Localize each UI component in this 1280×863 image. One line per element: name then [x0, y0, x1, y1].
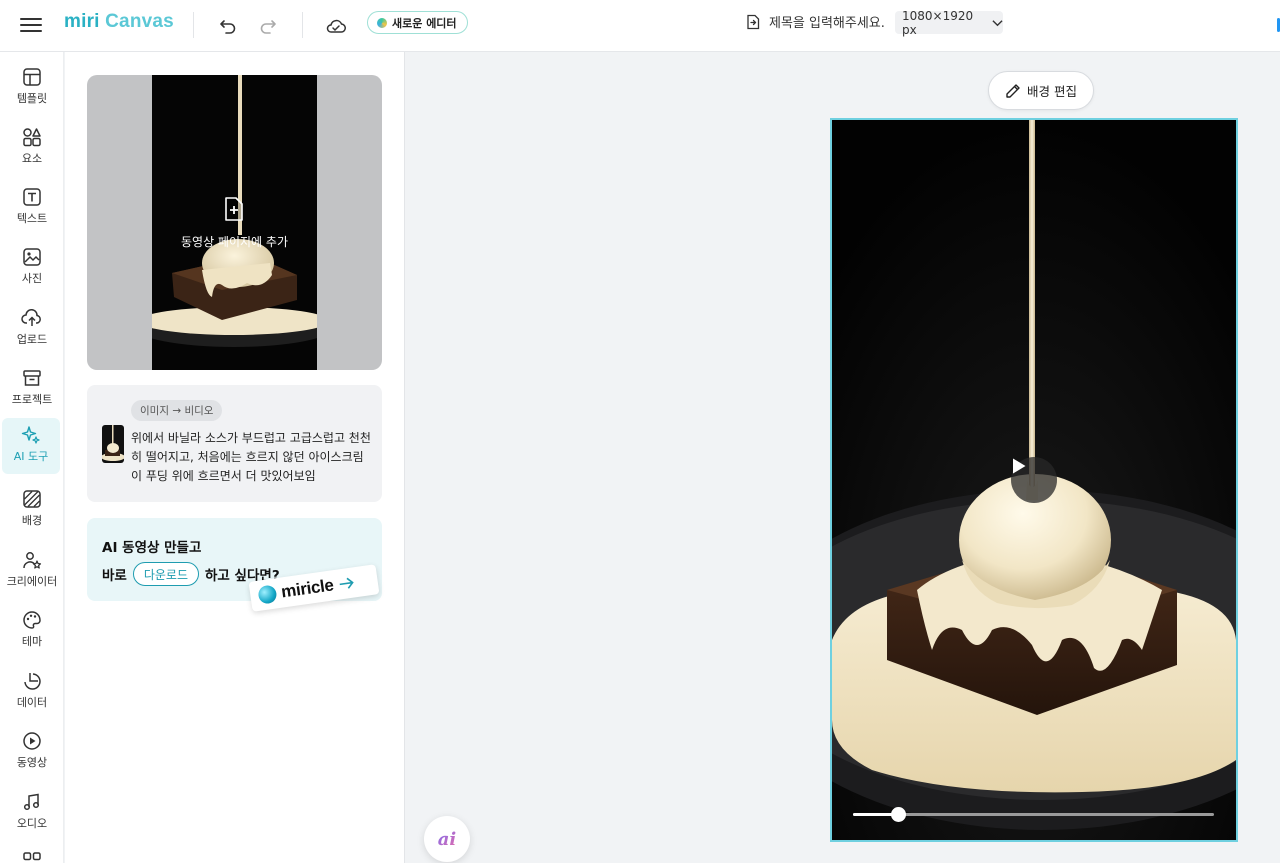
arrow-right-icon	[339, 577, 354, 589]
background-edit-label: 배경 편집	[1027, 84, 1077, 99]
background-edit-button[interactable]: 배경 편집	[988, 71, 1094, 110]
project-icon	[21, 367, 43, 389]
logo-text-b: Canvas	[105, 11, 174, 32]
video-icon	[21, 730, 43, 752]
rail-item-ai-tools[interactable]: AI 도구	[2, 418, 60, 474]
sparkle-icon	[20, 424, 42, 446]
redo-icon[interactable]	[254, 12, 282, 40]
prompt-type-tag: 이미지 → 비디오	[131, 400, 223, 421]
rail-item-video[interactable]: 동영상	[0, 724, 64, 780]
add-file-icon	[225, 197, 243, 221]
rail-label: 사진	[21, 272, 43, 285]
prompt-text: 위에서 바닐라 소스가 부드럽고 고급스럽고 천천히 떨어지고, 처음에는 흐르…	[131, 431, 371, 483]
rail-label: AI 도구	[13, 450, 49, 463]
generated-video-card[interactable]: 동영상 페이지에 추가	[87, 75, 382, 370]
rail-item-template[interactable]: 템플릿	[0, 60, 64, 116]
canvas-size-dropdown[interactable]: 1080×1920 px	[895, 8, 1003, 37]
promo-text-before: 바로	[102, 568, 127, 584]
rail-label: 데이터	[16, 696, 48, 709]
rail-item-creator[interactable]: 크리에이터	[0, 543, 64, 599]
apps-icon	[21, 851, 43, 863]
rail-item-theme[interactable]: 테마	[0, 603, 64, 659]
chart-icon	[21, 670, 43, 692]
new-editor-label: 새로운 에디터	[392, 16, 457, 30]
logo-text-a: miri	[64, 11, 100, 32]
new-editor-button[interactable]: 새로운 에디터	[367, 11, 468, 34]
playback-handle[interactable]	[891, 807, 906, 822]
rail-item-more[interactable]	[0, 845, 64, 863]
photo-icon	[21, 246, 43, 268]
cloud-save-icon[interactable]	[322, 12, 350, 40]
play-button[interactable]	[1011, 457, 1057, 503]
undo-icon[interactable]	[214, 12, 242, 40]
rail-label: 텍스트	[16, 212, 48, 225]
rail-item-background[interactable]: 배경	[0, 482, 64, 538]
rail-label: 테마	[21, 635, 43, 648]
background-icon	[21, 488, 43, 510]
rail-item-elements[interactable]: 요소	[0, 120, 64, 176]
rail-item-text[interactable]: 텍스트	[0, 180, 64, 236]
title-input[interactable]: 제목을 입력해주세요.	[745, 12, 885, 31]
rail-label: 템플릿	[16, 92, 48, 105]
top-bar: miri Canvas 새로운 에디터 제목을 입력해주세요. 1080×192…	[0, 0, 1280, 52]
rail-item-audio[interactable]: 오디오	[0, 785, 64, 841]
creator-icon	[21, 549, 43, 571]
menu-icon[interactable]	[20, 14, 42, 36]
rail-label: 프로젝트	[11, 393, 53, 406]
ai-assistant-icon: ai	[437, 828, 457, 850]
promo-headline: AI 동영상 만들고	[102, 540, 202, 556]
palette-icon	[21, 609, 43, 631]
canvas-size-value: 1080×1920 px	[902, 8, 974, 37]
miricle-promo-banner[interactable]: AI 동영상 만들고 바로 다운로드 하고 싶다면? miricle	[87, 518, 382, 612]
prompt-card[interactable]: 이미지 → 비디오 위에서 바닐라 소스가 부드럽고 고급스럽고 천천히 떨어지…	[87, 385, 382, 502]
rail-label: 배경	[21, 514, 43, 527]
divider	[302, 12, 303, 38]
playback-slider[interactable]	[853, 807, 1214, 822]
rail-item-data[interactable]: 데이터	[0, 664, 64, 720]
tool-rail: 템플릿 요소 텍스트 사진 업로드 프로젝트 AI 도구 배경 크리에이터 테마…	[0, 52, 64, 863]
rail-label: 업로드	[16, 333, 48, 346]
miricle-brand-text: miricle	[279, 575, 335, 602]
rail-item-project[interactable]: 프로젝트	[0, 361, 64, 417]
rail-label: 오디오	[16, 817, 48, 830]
file-title-icon	[747, 14, 760, 29]
text-icon	[21, 186, 43, 208]
ai-tools-panel: 동영상 페이지에 추가 이미지 → 비디오 위에서 바닐라 소스가 부드럽고 고…	[65, 52, 405, 863]
app-logo[interactable]: miri Canvas	[64, 11, 174, 33]
canvas-artboard[interactable]	[830, 118, 1238, 842]
play-icon	[1013, 458, 1026, 474]
source-image-thumbnail	[102, 425, 124, 463]
download-button[interactable]: 다운로드	[132, 562, 200, 586]
rail-label: 요소	[21, 152, 43, 165]
chevron-down-icon	[992, 19, 1003, 26]
template-icon	[21, 66, 43, 88]
pencil-icon	[1006, 83, 1020, 98]
new-editor-icon	[377, 17, 387, 28]
add-to-page-label: 동영상 페이지에 추가	[181, 235, 288, 249]
rail-label: 동영상	[16, 756, 48, 769]
divider	[193, 12, 194, 38]
music-icon	[21, 791, 43, 813]
upload-icon	[21, 307, 43, 329]
title-placeholder: 제목을 입력해주세요.	[769, 16, 885, 31]
generated-video-thumbnail	[152, 75, 317, 370]
ai-assistant-button[interactable]: ai	[424, 816, 470, 862]
rail-item-photo[interactable]: 사진	[0, 240, 64, 296]
rail-label: 크리에이터	[6, 575, 58, 588]
miricle-logo-icon	[257, 584, 278, 605]
rail-item-upload[interactable]: 업로드	[0, 301, 64, 357]
elements-icon	[21, 126, 43, 148]
